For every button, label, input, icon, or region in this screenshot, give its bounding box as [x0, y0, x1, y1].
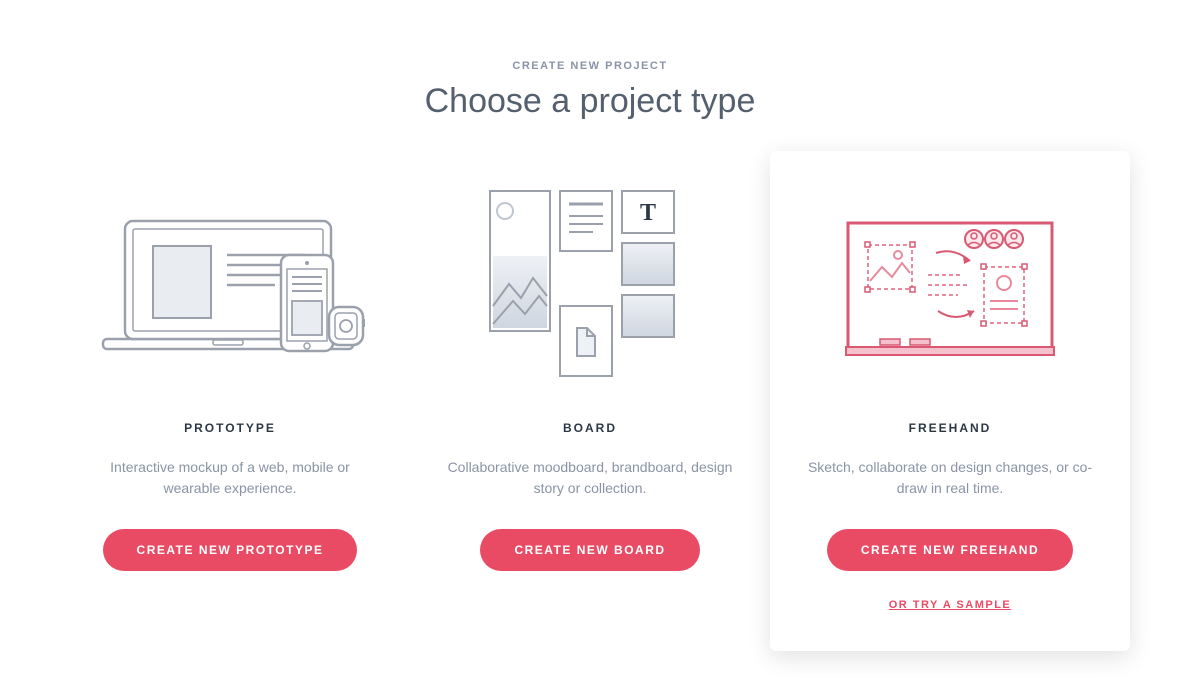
- project-type-cards: PROTOTYPE Interactive mockup of a web, m…: [0, 151, 1180, 651]
- card-label-freehand: FREEHAND: [800, 421, 1100, 435]
- card-prototype: PROTOTYPE Interactive mockup of a web, m…: [50, 151, 410, 651]
- card-label-board: BOARD: [440, 421, 740, 435]
- board-illustration-icon: T: [440, 181, 740, 391]
- freehand-illustration-icon: [800, 181, 1100, 391]
- create-board-button[interactable]: CREATE NEW BOARD: [480, 529, 699, 571]
- card-desc-freehand: Sketch, collaborate on design changes, o…: [800, 457, 1100, 499]
- create-prototype-button[interactable]: CREATE NEW PROTOTYPE: [103, 529, 358, 571]
- create-freehand-button[interactable]: CREATE NEW FREEHAND: [827, 529, 1073, 571]
- card-board: T BOARD Collaborative moodboard, brandbo…: [410, 151, 770, 651]
- try-sample-link[interactable]: OR TRY A SAMPLE: [800, 599, 1100, 611]
- page-title: Choose a project type: [0, 82, 1180, 121]
- card-label-prototype: PROTOTYPE: [80, 421, 380, 435]
- svg-text:T: T: [640, 200, 656, 226]
- card-freehand: FREEHAND Sketch, collaborate on design c…: [770, 151, 1130, 651]
- card-desc-board: Collaborative moodboard, brandboard, des…: [440, 457, 740, 499]
- prototype-illustration-icon: [80, 181, 380, 391]
- card-desc-prototype: Interactive mockup of a web, mobile or w…: [80, 457, 380, 499]
- page-header: CREATE NEW PROJECT Choose a project type: [0, 0, 1180, 151]
- header-eyebrow: CREATE NEW PROJECT: [0, 60, 1180, 72]
